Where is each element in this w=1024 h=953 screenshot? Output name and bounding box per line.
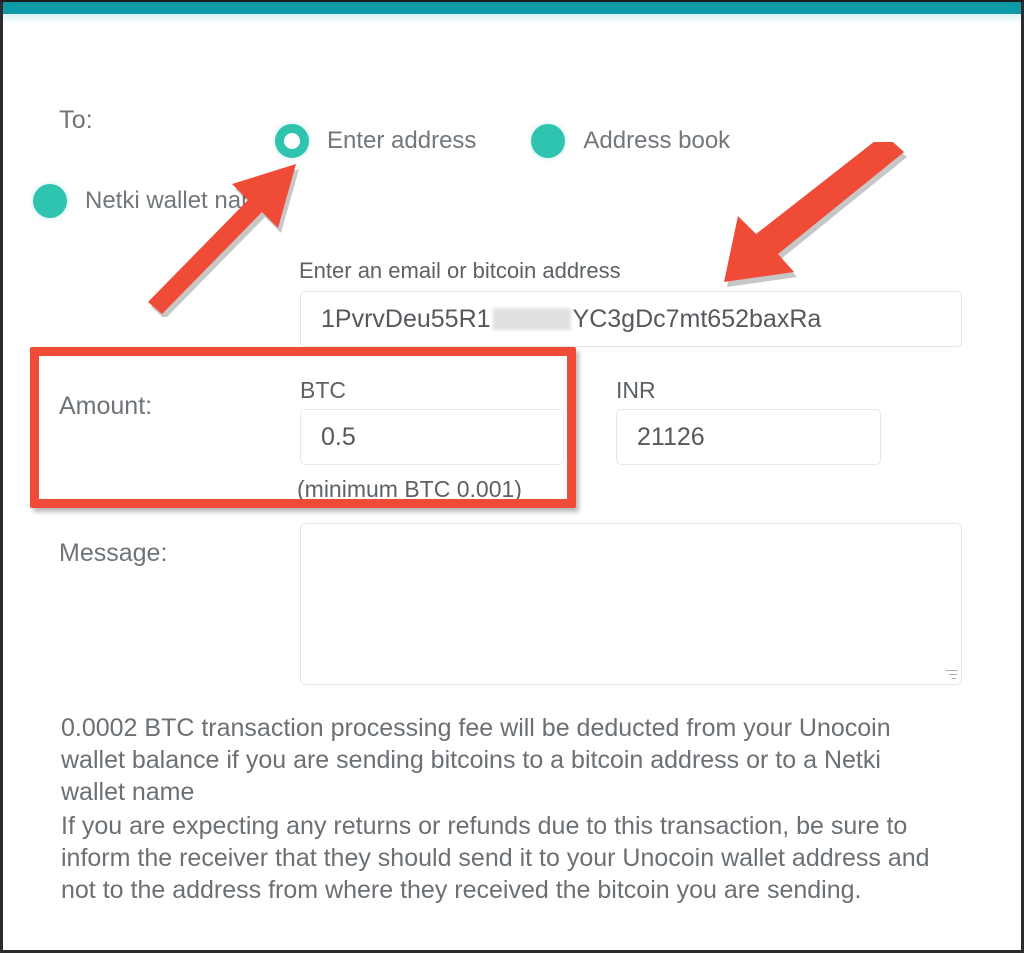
- top-accent-fade: [3, 14, 1021, 24]
- btc-amount-value: 0.5: [321, 422, 356, 451]
- inr-amount-value: 21126: [637, 422, 705, 451]
- resize-handle-icon[interactable]: [942, 667, 959, 681]
- send-bitcoin-form-screenshot: To: Enter address Address book Netki wal…: [0, 0, 1024, 953]
- to-radio-group: Enter address Address book: [275, 124, 730, 158]
- top-accent-bar: [3, 2, 1021, 14]
- address-value-suffix: YC3gDc7mt652baxRa: [572, 304, 822, 333]
- bitcoin-address-input[interactable]: 1PvrvDeu55R1 YC3gDc7mt652baxRa: [300, 291, 962, 347]
- inr-label: INR: [616, 377, 656, 403]
- fee-note-text: 0.0002 BTC transaction processing fee wi…: [61, 714, 891, 806]
- annotation-arrow-to-enter-address: [148, 164, 299, 317]
- btc-label: BTC: [300, 377, 346, 403]
- annotation-arrow-to-address-field: [724, 142, 907, 287]
- to-label: To:: [59, 106, 93, 134]
- radio-option-netki-wallet-name[interactable]: Netki wallet name: [33, 184, 274, 218]
- radio-address-book-label: Address book: [583, 127, 731, 154]
- btc-amount-input[interactable]: 0.5: [300, 409, 564, 465]
- address-field-label: Enter an email or bitcoin address: [299, 258, 621, 283]
- radio-enter-address-label: Enter address: [327, 127, 477, 154]
- address-value-prefix: 1PvrvDeu55R1: [321, 304, 491, 333]
- radio-netki-wallet-label: Netki wallet name: [85, 187, 275, 214]
- form-content: To: Enter address Address book Netki wal…: [3, 24, 1021, 950]
- radio-address-book-icon[interactable]: [531, 124, 566, 158]
- address-redaction-block: [492, 308, 571, 330]
- refund-note-text: If you are expecting any returns or refu…: [61, 812, 930, 904]
- radio-option-enter-address[interactable]: Enter address: [275, 124, 476, 158]
- radio-option-address-book[interactable]: Address book: [531, 124, 730, 158]
- radio-enter-address-icon[interactable]: [275, 124, 309, 158]
- inr-amount-input[interactable]: 21126: [616, 409, 881, 465]
- amount-label: Amount:: [59, 392, 153, 420]
- message-label: Message:: [59, 539, 168, 567]
- radio-netki-wallet-icon[interactable]: [33, 184, 67, 218]
- message-textarea[interactable]: [300, 523, 962, 685]
- btc-minimum-hint: (minimum BTC 0.001): [297, 476, 522, 502]
